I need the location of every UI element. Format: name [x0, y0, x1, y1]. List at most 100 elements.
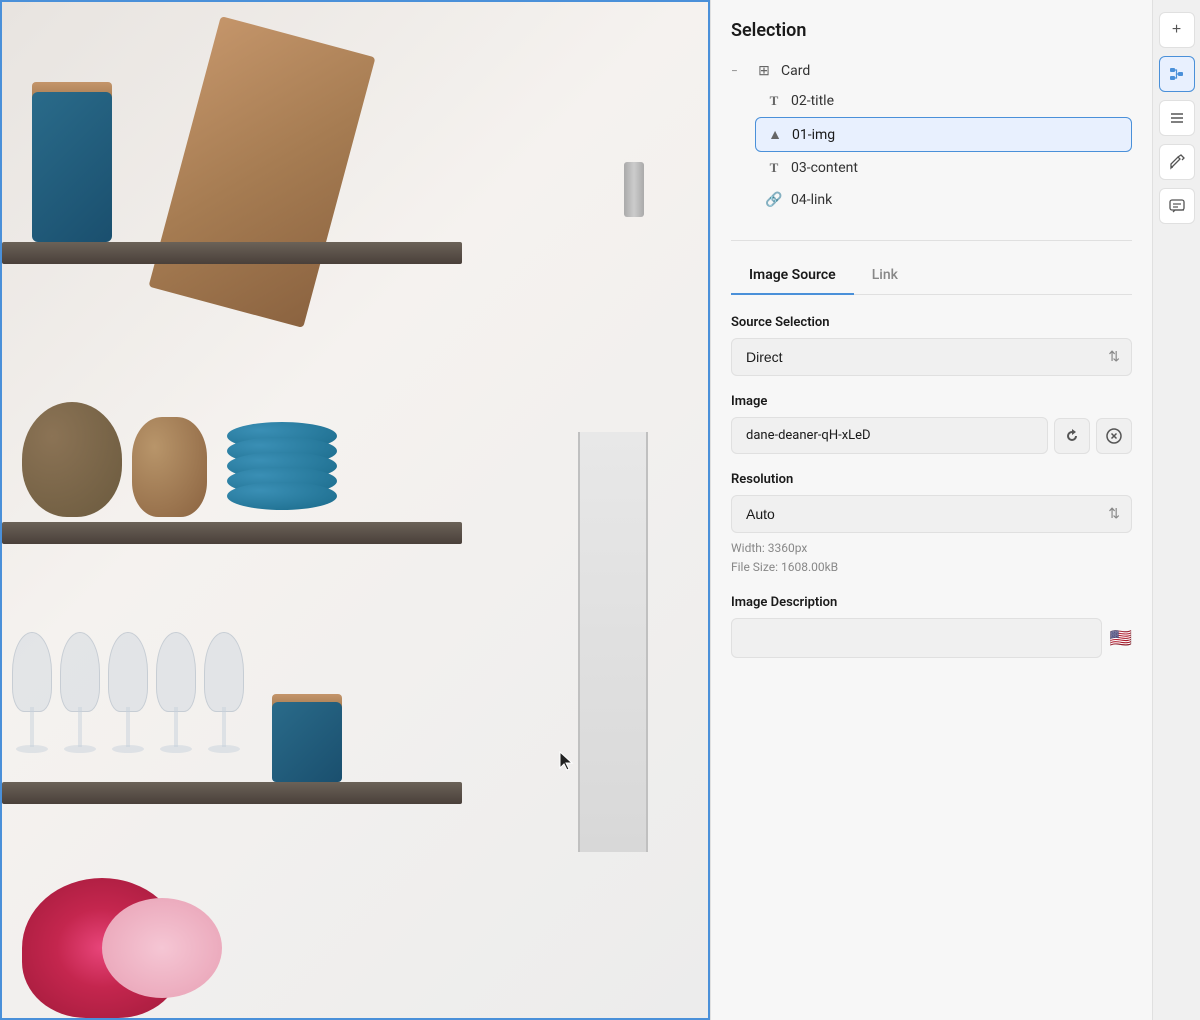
- image-description-label: Image Description: [731, 595, 1132, 610]
- tree-indent-01-img: ▲ 01-img: [731, 117, 1132, 152]
- tree-btn[interactable]: [1159, 56, 1195, 92]
- resolution-label: Resolution: [731, 472, 1132, 487]
- card-icon: ⊞: [755, 63, 773, 79]
- panel-toolbar: +: [1152, 0, 1200, 1020]
- image-value: dane-deaner-qH-xLeD: [731, 417, 1048, 454]
- glass-base-1: [16, 745, 48, 753]
- collapse-button[interactable]: −: [731, 64, 747, 78]
- glass-stem-1: [30, 707, 34, 747]
- list-btn[interactable]: [1159, 100, 1195, 136]
- img-label: 01-img: [792, 127, 835, 143]
- content-icon: T: [765, 160, 783, 176]
- tree-item-04-link[interactable]: 🔗 04-link: [755, 184, 1132, 216]
- image-description-field: Image Description 🇺🇸: [731, 595, 1132, 658]
- cutting-board: [148, 16, 375, 328]
- card-label: Card: [781, 63, 810, 79]
- tabs: Image Source Link: [731, 257, 1132, 295]
- image-label: Image: [731, 394, 1132, 409]
- source-selection-wrapper: Direct Dynamic Asset Library ⇅: [731, 338, 1132, 376]
- tree-indent-02-title: T 02-title: [731, 85, 1132, 117]
- flower-bunch-2: [102, 898, 222, 998]
- flag-icon[interactable]: 🇺🇸: [1110, 628, 1132, 649]
- paint-btn[interactable]: [1159, 144, 1195, 180]
- tree-section: − ⊞ Card T 02-title ▲ 01-img: [731, 57, 1132, 216]
- glass-base-4: [160, 745, 192, 753]
- bowl-stack: [222, 402, 342, 517]
- shelf-2: [2, 522, 462, 544]
- title-icon: T: [765, 93, 783, 109]
- tree-indent-04-link: 🔗 04-link: [731, 184, 1132, 216]
- glass-stem-3: [126, 707, 130, 747]
- shelf-1: [2, 242, 462, 264]
- glass-cup-4: [156, 632, 196, 712]
- shelf-3: [2, 782, 462, 804]
- tree-root-card[interactable]: − ⊞ Card: [731, 57, 1132, 85]
- filesize-value: 1608.00kB: [781, 560, 838, 574]
- tab-image-source[interactable]: Image Source: [731, 257, 854, 295]
- paint-icon: [1168, 153, 1186, 171]
- glass-2: [60, 632, 100, 777]
- cursor: [558, 750, 578, 774]
- source-selection-field: Source Selection Direct Dynamic Asset Li…: [731, 315, 1132, 376]
- image-field: Image dane-deaner-qH-xLeD: [731, 394, 1132, 454]
- glasses-row: [12, 632, 244, 777]
- tree-icon: [1168, 65, 1186, 83]
- comment-icon: [1168, 197, 1186, 215]
- description-input[interactable]: [731, 618, 1102, 658]
- add-icon: +: [1172, 21, 1181, 39]
- tab-link[interactable]: Link: [854, 257, 916, 295]
- teapot: [22, 402, 122, 517]
- glass-base-2: [64, 745, 96, 753]
- description-row: 🇺🇸: [731, 618, 1132, 658]
- source-selection-select[interactable]: Direct Dynamic Asset Library: [731, 338, 1132, 376]
- width-value: 3360px: [768, 541, 808, 555]
- link-icon: 🔗: [765, 192, 783, 208]
- glass-stem-5: [222, 707, 226, 747]
- small-jar: [272, 702, 342, 782]
- glass-base-5: [208, 745, 240, 753]
- glass-cup-5: [204, 632, 244, 712]
- shelf-background: [2, 2, 708, 1018]
- canvas-image: [0, 0, 710, 1020]
- content-label: 03-content: [791, 160, 858, 176]
- glass-cup-1: [12, 632, 52, 712]
- glass-stem-2: [78, 707, 82, 747]
- tree-item-02-title[interactable]: T 02-title: [755, 85, 1132, 117]
- glass-1: [12, 632, 52, 777]
- canister: [32, 92, 112, 242]
- tree-item-03-content[interactable]: T 03-content: [755, 152, 1132, 184]
- title-label: 02-title: [791, 93, 834, 109]
- link-label: 04-link: [791, 192, 832, 208]
- resolution-meta: Width: 3360px File Size: 1608.00kB: [731, 539, 1132, 577]
- img-icon: ▲: [766, 126, 784, 143]
- door-handle: [624, 162, 644, 217]
- resolution-select[interactable]: Auto 1x 2x 3x: [731, 495, 1132, 533]
- bowl-5: [227, 482, 337, 510]
- glass-4: [156, 632, 196, 777]
- glass-cup-3: [108, 632, 148, 712]
- divider: [731, 240, 1132, 241]
- right-panel: Selection − ⊞ Card T 02-title ▲ 01-img: [710, 0, 1200, 1020]
- resolution-wrapper: Auto 1x 2x 3x ⇅: [731, 495, 1132, 533]
- panel-content: Selection − ⊞ Card T 02-title ▲ 01-img: [711, 0, 1152, 1020]
- selection-header: Selection: [731, 20, 1132, 41]
- flowers: [22, 858, 222, 1018]
- glass-base-3: [112, 745, 144, 753]
- list-icon: [1168, 109, 1186, 127]
- glass-5: [204, 632, 244, 777]
- door-element: [578, 432, 648, 852]
- add-btn[interactable]: +: [1159, 12, 1195, 48]
- resolution-field: Resolution Auto 1x 2x 3x ⇅ Width: 3360px…: [731, 472, 1132, 577]
- filesize-label: File Size:: [731, 560, 778, 574]
- glass-cup-2: [60, 632, 100, 712]
- glass-3: [108, 632, 148, 777]
- glass-stem-4: [174, 707, 178, 747]
- image-refresh-btn[interactable]: [1054, 418, 1090, 454]
- source-selection-label: Source Selection: [731, 315, 1132, 330]
- image-clear-btn[interactable]: [1096, 418, 1132, 454]
- tree-item-01-img[interactable]: ▲ 01-img: [755, 117, 1132, 152]
- jug: [132, 417, 207, 517]
- comment-btn[interactable]: [1159, 188, 1195, 224]
- image-input-row: dane-deaner-qH-xLeD: [731, 417, 1132, 454]
- width-label: Width:: [731, 541, 765, 555]
